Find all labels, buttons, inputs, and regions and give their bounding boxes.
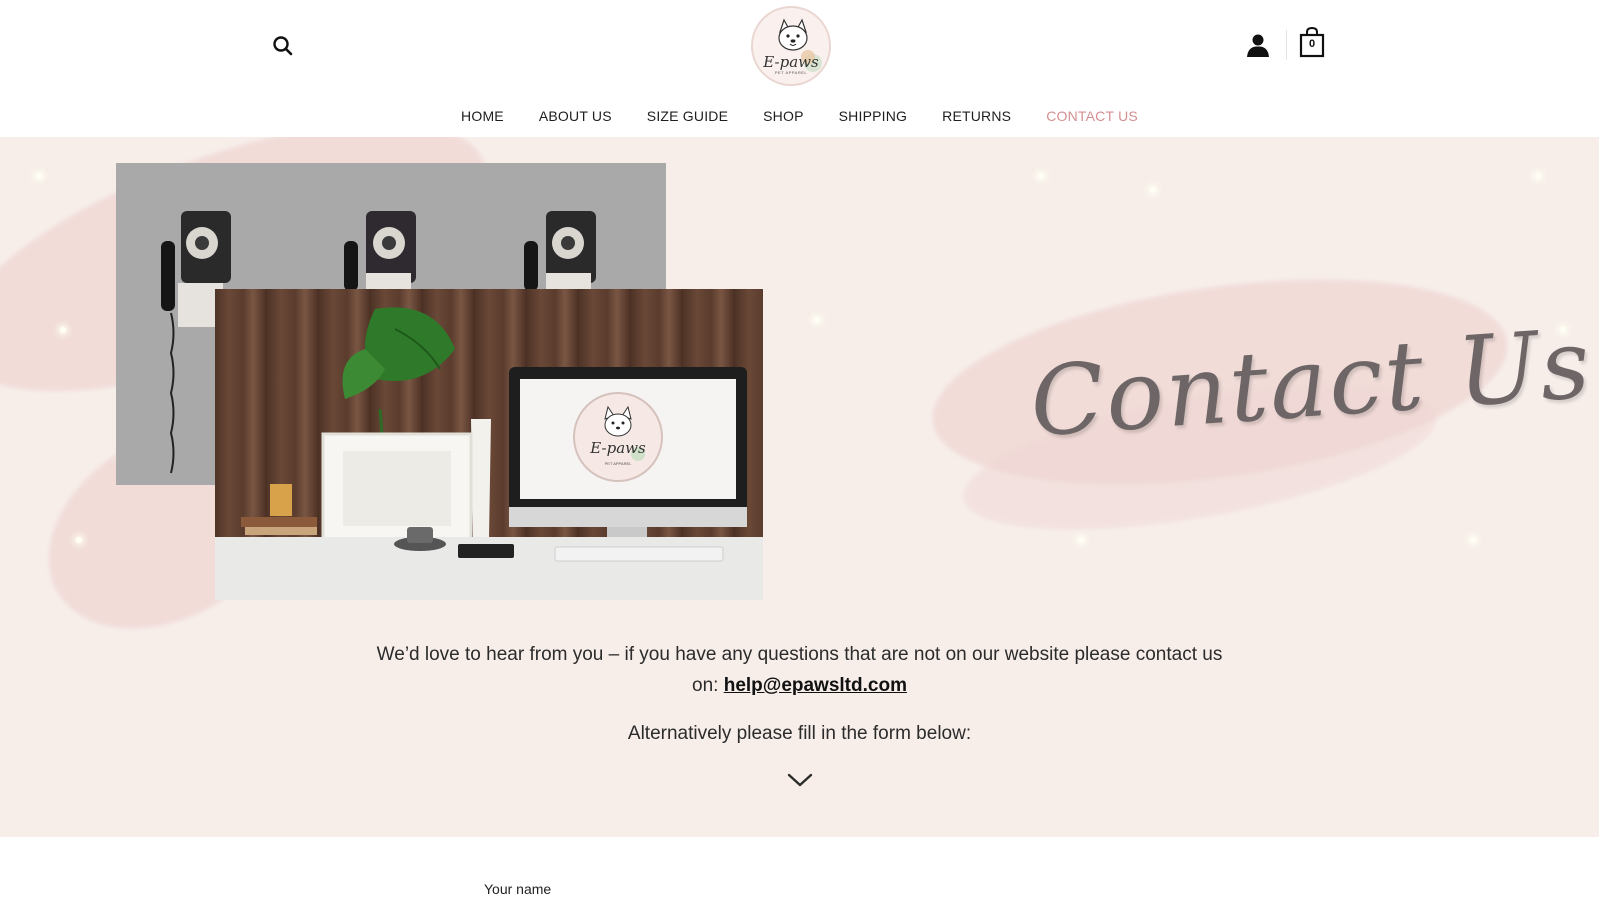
intro-line: We’d love to hear from you – if you have… bbox=[376, 644, 1223, 665]
nav-contact-us[interactable]: CONTACT US bbox=[1046, 103, 1138, 129]
search-icon[interactable] bbox=[271, 34, 295, 58]
nav-size-guide[interactable]: SIZE GUIDE bbox=[647, 103, 728, 129]
site-header: E-paws PET APPAREL 0 HOME ABOUT US SIZE … bbox=[0, 0, 1599, 137]
sparkle bbox=[76, 537, 82, 543]
desk-monitor-photo: E-paws PET APPAREL bbox=[215, 289, 763, 600]
sparkle bbox=[814, 317, 820, 323]
intro-line-2: on: help@epawsltd.com bbox=[0, 670, 1599, 701]
brand-tagline: PET APPAREL bbox=[774, 70, 808, 75]
cart-count: 0 bbox=[1308, 38, 1316, 50]
main-navigation: HOME ABOUT US SIZE GUIDE SHOP SHIPPING R… bbox=[0, 103, 1599, 129]
brand-name: E-paws bbox=[763, 53, 819, 71]
sparkle bbox=[1535, 173, 1541, 179]
chevron-down-icon[interactable] bbox=[787, 770, 813, 790]
hero-banner: E-paws PET APPAREL Contact Us We’d love … bbox=[0, 137, 1599, 837]
nav-shop[interactable]: SHOP bbox=[763, 103, 803, 129]
nav-home[interactable]: HOME bbox=[461, 103, 504, 129]
intro-text: We’d love to hear from you – if you have… bbox=[0, 639, 1599, 701]
alternative-text: Alternatively please fill in the form be… bbox=[627, 723, 972, 744]
cart-button[interactable]: 0 bbox=[1299, 26, 1325, 58]
sparkle bbox=[1078, 537, 1084, 543]
nav-about-us[interactable]: ABOUT US bbox=[539, 103, 612, 129]
nav-returns[interactable]: RETURNS bbox=[942, 103, 1011, 129]
sparkle bbox=[1038, 173, 1044, 179]
intro-prefix: on: bbox=[692, 675, 724, 696]
monitor-tagline: PET APPAREL bbox=[605, 461, 633, 466]
header-divider bbox=[1286, 30, 1287, 60]
sparkle bbox=[1150, 187, 1156, 193]
sparkle bbox=[60, 327, 66, 333]
sparkle bbox=[36, 173, 42, 179]
email-link[interactable]: help@epawsltd.com bbox=[724, 675, 907, 696]
user-icon[interactable] bbox=[1245, 32, 1271, 58]
contact-form: Your name bbox=[0, 837, 1599, 899]
nav-shipping[interactable]: SHIPPING bbox=[839, 103, 908, 129]
sparkle bbox=[1470, 537, 1476, 543]
brand-logo[interactable]: E-paws PET APPAREL bbox=[751, 6, 831, 86]
monitor-brand: E-paws bbox=[589, 439, 646, 457]
name-field-label: Your name bbox=[484, 881, 552, 897]
